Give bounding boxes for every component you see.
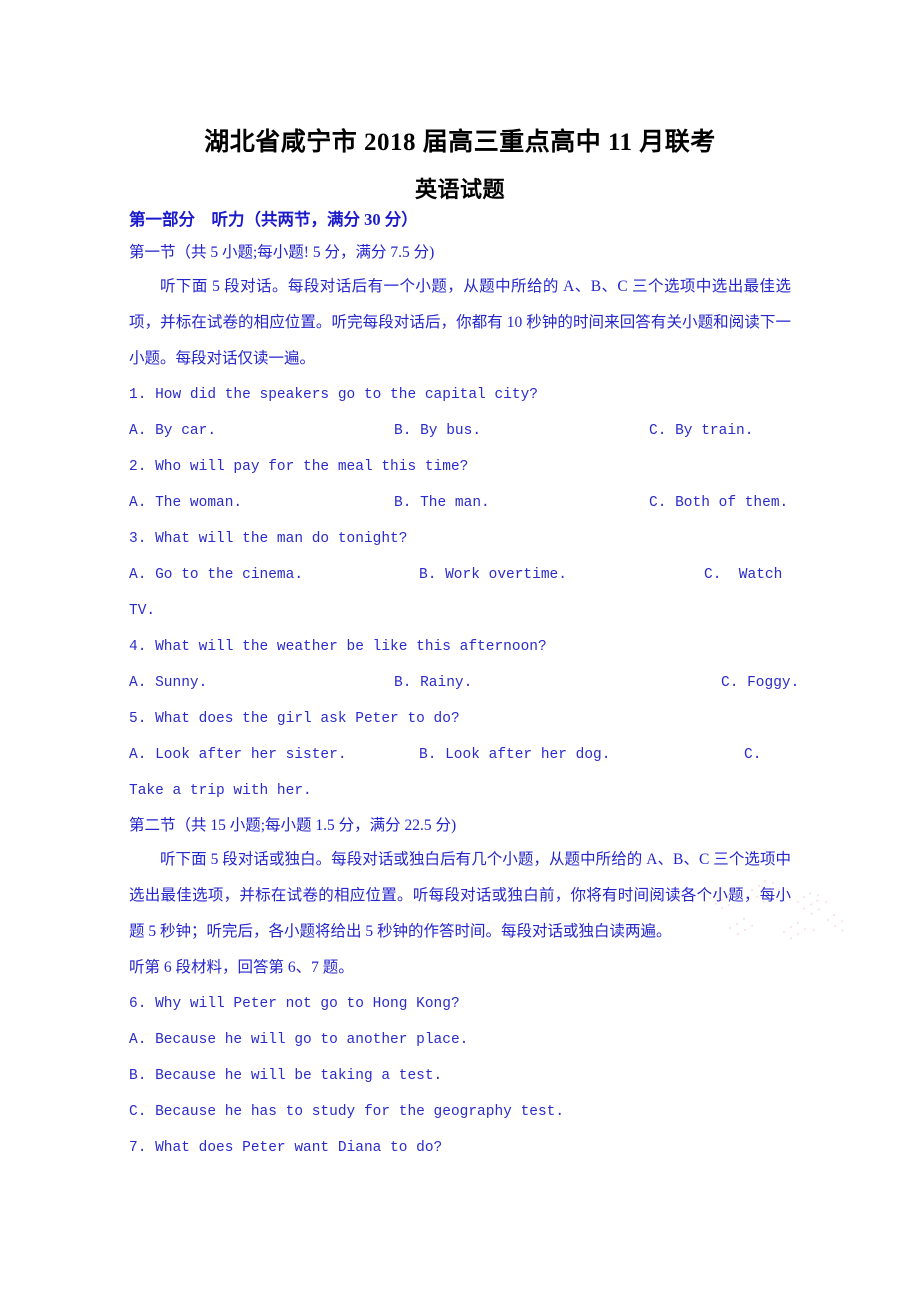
question-stem: 2. Who will pay for the meal this time? xyxy=(129,459,469,475)
question-stem: 6. Why will Peter not go to Hong Kong? xyxy=(129,996,460,1012)
option-row: A. The woman. B. The man. C. Both of the… xyxy=(129,485,791,521)
option-a[interactable]: A. By car. xyxy=(129,413,216,449)
section-two-material-cue: 听第 6 段材料，回答第 6、7 题。 xyxy=(129,959,354,976)
option-b[interactable]: B. Work overtime. xyxy=(419,557,567,593)
option-c[interactable]: C. Both of them. xyxy=(649,485,788,521)
section-two-heading: 第二节（共 15 小题;每小题 1.5 分，满分 22.5 分) xyxy=(129,817,457,834)
option-a[interactable]: A. The woman. xyxy=(129,485,242,521)
section-one-heading: 第一节（共 5 小题;每小题! 5 分，满分 7.5 分) xyxy=(129,244,435,261)
option-a[interactable]: A. Because he will go to another place. xyxy=(129,1022,791,1058)
option-c[interactable]: C. By train. xyxy=(649,413,753,449)
option-a[interactable]: A. Look after her sister. xyxy=(129,737,347,773)
option-b[interactable]: B. By bus. xyxy=(394,413,481,449)
option-b[interactable]: B. Look after her dog. xyxy=(419,737,610,773)
option-c[interactable]: C. Foggy. xyxy=(721,665,799,701)
question-stem: 3. What will the man do tonight? xyxy=(129,531,408,547)
option-a[interactable]: A. Sunny. xyxy=(129,665,207,701)
option-c[interactable]: C. xyxy=(744,737,761,773)
option-c[interactable]: C. Because he has to study for the geogr… xyxy=(129,1094,791,1130)
question-stem: 5. What does the girl ask Peter to do? xyxy=(129,711,460,727)
option-a[interactable]: A. Go to the cinema. xyxy=(129,557,303,593)
option-b[interactable]: B. Because he will be taking a test. xyxy=(129,1058,791,1094)
page-title: 湖北省咸宁市 2018 届高三重点高中 11 月联考 xyxy=(204,129,716,156)
option-row: A. By car. B. By bus. C. By train. xyxy=(129,413,791,449)
part-one-heading: 第一部分 听力（共两节，满分 30 分） xyxy=(129,210,418,229)
section-one-instruction: 听下面 5 段对话。每段对话后有一个小题，从题中所给的 A、B、C 三个选项中选… xyxy=(129,278,791,367)
option-b[interactable]: B. Rainy. xyxy=(394,665,472,701)
exam-content: 第一部分 听力（共两节，满分 30 分） 第一节（共 5 小题;每小题! 5 分… xyxy=(129,204,799,1166)
section-two-instruction: 听下面 5 段对话或独白。每段对话或独白后有几个小题，从题中所给的 A、B、C … xyxy=(129,851,791,940)
option-b[interactable]: B. The man. xyxy=(394,485,490,521)
page-subtitle: 英语试题 xyxy=(414,177,505,202)
option-c[interactable]: C. Watch xyxy=(704,557,782,593)
question-stem: 4. What will the weather be like this af… xyxy=(129,639,547,655)
option-row: A. Sunny. B. Rainy. C. Foggy. xyxy=(129,665,799,701)
option-row: A. Go to the cinema. B. Work overtime. C… xyxy=(129,557,791,593)
exam-page: 湖北省咸宁市 2018 届高三重点高中 11 月联考 英语试题 第一部分 听力（… xyxy=(0,0,920,1302)
option-c-continuation[interactable]: Take a trip with her. xyxy=(129,773,791,809)
option-c-continuation[interactable]: TV. xyxy=(129,593,791,629)
option-row: A. Look after her sister. B. Look after … xyxy=(129,737,791,773)
question-stem: 1. How did the speakers go to the capita… xyxy=(129,387,538,403)
question-stem: 7. What does Peter want Diana to do? xyxy=(129,1140,443,1156)
